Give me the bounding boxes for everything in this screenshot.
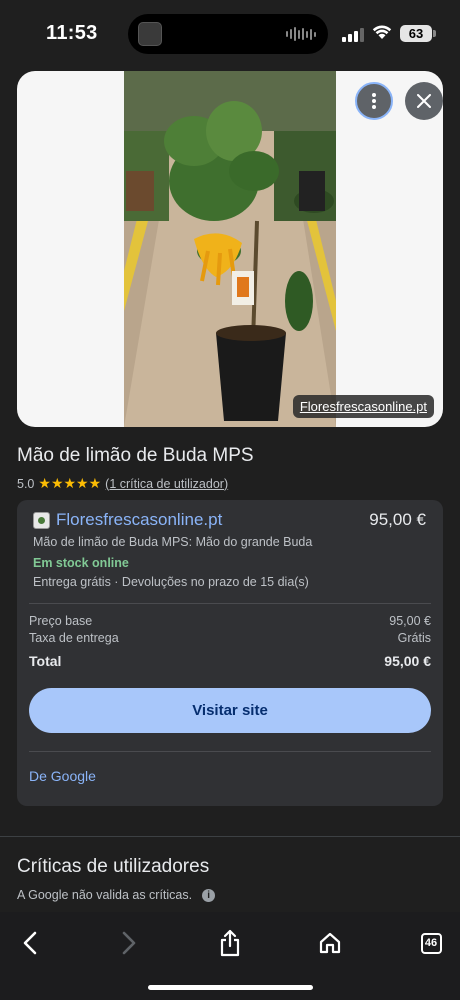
- forward-button[interactable]: [114, 928, 144, 958]
- offer-card: Floresfrescasonline.pt 95,00 € Mão de li…: [17, 500, 443, 806]
- info-icon[interactable]: i: [202, 888, 216, 902]
- reviews-disclaimer: A Google não valida as críticas.: [17, 888, 193, 902]
- audio-wave-icon: [286, 26, 316, 42]
- offer-description: Mão de limão de Buda MPS: Mão do grande …: [33, 535, 313, 549]
- from-google-link[interactable]: De Google: [29, 768, 96, 784]
- cellular-signal-icon: [342, 28, 364, 42]
- total-row: Total 95,00 €: [29, 653, 431, 669]
- close-button[interactable]: [405, 82, 443, 120]
- status-bar: 11:53 63: [0, 0, 460, 60]
- more-vert-icon: [372, 93, 376, 109]
- home-button[interactable]: [315, 928, 345, 958]
- reviews-heading: Críticas de utilizadores: [17, 856, 210, 877]
- base-price-label: Preço base: [29, 614, 93, 628]
- rating-value: 5.0: [17, 476, 35, 491]
- now-playing-thumbnail: [138, 22, 162, 46]
- more-options-button[interactable]: [355, 82, 393, 120]
- stock-status: Em stock online: [33, 556, 129, 570]
- product-image-card[interactable]: Floresfrescasonline.pt: [17, 71, 443, 427]
- close-icon: [417, 94, 431, 108]
- clock: 11:53: [46, 22, 98, 44]
- merchant-row[interactable]: Floresfrescasonline.pt: [33, 510, 222, 530]
- reviews-note: A Google não valida as críticas. i: [17, 888, 216, 902]
- back-button[interactable]: [15, 928, 45, 958]
- total-label: Total: [29, 653, 62, 669]
- offer-price: 95,00 €: [369, 510, 426, 529]
- image-source-link[interactable]: Floresfrescasonline.pt: [292, 395, 434, 418]
- review-count-link[interactable]: (1 crítica de utilizador): [105, 477, 228, 491]
- product-title: Mão de limão de Buda MPS: [17, 445, 254, 466]
- visit-site-button[interactable]: Visitar site: [29, 688, 431, 733]
- chevron-left-icon: [23, 931, 37, 955]
- star-rating-icon: ★★★★★: [38, 475, 102, 491]
- battery-indicator: 63: [400, 25, 432, 42]
- delivery-fee-value: Grátis: [397, 631, 431, 645]
- share-icon: [220, 929, 240, 957]
- dynamic-island[interactable]: [128, 14, 328, 54]
- home-icon: [319, 932, 341, 954]
- rating-row: 5.0 ★★★★★ (1 crítica de utilizador): [17, 475, 228, 492]
- delivery-fee-row: Taxa de entrega Grátis: [29, 631, 431, 645]
- chevron-right-icon: [122, 931, 136, 955]
- plant-photo-illustration: [124, 71, 336, 427]
- home-indicator[interactable]: [148, 985, 313, 990]
- base-price-row: Preço base 95,00 €: [29, 614, 431, 628]
- divider: [29, 603, 431, 604]
- section-divider: [0, 836, 460, 837]
- delivery-fee-label: Taxa de entrega: [29, 631, 119, 645]
- battery-nub: [433, 30, 436, 37]
- merchant-logo-icon: [33, 511, 50, 529]
- tabs-count-icon: 46: [420, 932, 442, 954]
- share-button[interactable]: [215, 928, 245, 958]
- merchant-name-link[interactable]: Floresfrescasonline.pt: [56, 510, 222, 530]
- wifi-icon: [372, 25, 392, 39]
- base-price-value: 95,00 €: [389, 614, 431, 628]
- product-photo[interactable]: [124, 71, 336, 427]
- delivery-info: Entrega grátis · Devoluções no prazo de …: [33, 575, 309, 589]
- tabs-button[interactable]: 46: [416, 928, 446, 958]
- divider: [29, 751, 431, 752]
- total-value: 95,00 €: [384, 653, 431, 669]
